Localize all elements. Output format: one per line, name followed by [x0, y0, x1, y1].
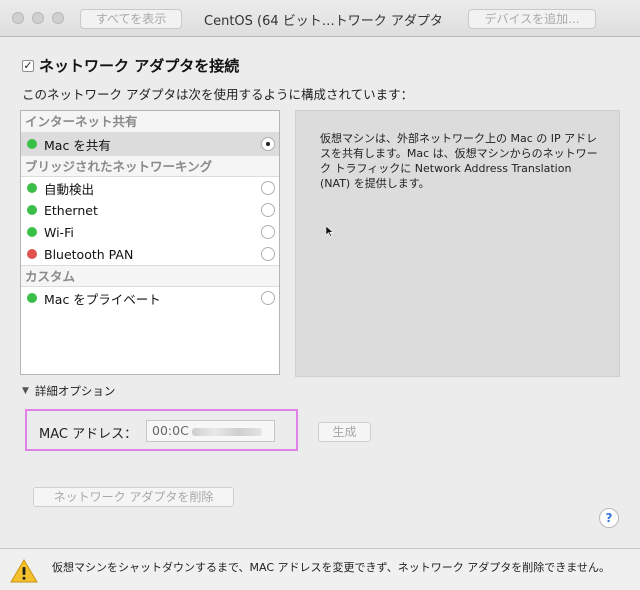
list-group-header: カスタム [21, 265, 279, 287]
generate-button[interactable]: 生成 [318, 422, 371, 442]
list-item[interactable]: Ethernet [21, 199, 279, 221]
list-item[interactable]: Mac をプライベート [21, 287, 279, 309]
list-group-header: ブリッジされたネットワーキング [21, 155, 279, 177]
advanced-options-label: 詳細オプション [34, 384, 116, 398]
status-dot-icon [27, 183, 37, 193]
mac-address-value: 00:0C [152, 423, 189, 438]
connect-adapter-label: ネットワーク アダプタを接続 [39, 57, 240, 75]
radio-button[interactable] [261, 225, 275, 239]
radio-button[interactable] [261, 137, 275, 151]
show-all-button[interactable]: すべてを表示 [80, 9, 182, 29]
footer-warning-text: 仮想マシンをシャットダウンするまで、MAC アドレスを変更できず、ネットワーク … [52, 561, 610, 574]
list-item-label: Wi-Fi [44, 224, 74, 240]
list-item-label: Ethernet [44, 202, 98, 218]
radio-button[interactable] [261, 247, 275, 261]
info-panel: 仮想マシンは、外部ネットワーク上の Mac の IP アドレスを共有します。Ma… [295, 110, 620, 377]
list-item-label: Bluetooth PAN [44, 246, 134, 262]
list-item[interactable]: Wi-Fi [21, 221, 279, 243]
window-title: CentOS (64 ビット…トワーク アダプタ [204, 14, 443, 29]
connect-adapter-checkbox[interactable]: ✓ [22, 59, 34, 72]
disclosure-triangle-icon: ▼ [22, 386, 29, 396]
advanced-options-disclosure[interactable]: ▼ 詳細オプション [22, 383, 115, 399]
status-dot-icon [27, 205, 37, 215]
status-dot-icon [27, 249, 37, 259]
radio-button[interactable] [261, 181, 275, 195]
delete-adapter-button[interactable]: ネットワーク アダプタを削除 [33, 487, 234, 507]
adapter-description: このネットワーク アダプタは次を使用するように構成されています： [22, 87, 414, 102]
info-text: 仮想マシンは、外部ネットワーク上の Mac の IP アドレスを共有します。Ma… [320, 132, 598, 190]
network-source-list: インターネット共有 Mac を共有ブリッジされたネットワーキング自動検出 Ether… [20, 110, 280, 375]
mac-address-group: MAC アドレス： 00:0C [25, 409, 298, 451]
list-item[interactable]: Mac を共有 [21, 133, 279, 155]
radio-button[interactable] [261, 203, 275, 217]
mac-address-redacted [191, 427, 262, 436]
list-item-label: Mac をプライベート [44, 291, 161, 307]
status-dot-icon [27, 139, 37, 149]
add-device-button[interactable]: デバイスを追加... [468, 9, 596, 29]
mouse-cursor-icon [325, 225, 334, 240]
zoom-window-button[interactable] [52, 12, 64, 24]
list-item-label: 自動検出 [44, 181, 95, 197]
footer-warning-bar: 仮想マシンをシャットダウンするまで、MAC アドレスを変更できず、ネットワーク … [0, 548, 640, 590]
radio-button[interactable] [261, 291, 275, 305]
list-item-label: Mac を共有 [44, 137, 111, 153]
list-item[interactable]: Bluetooth PAN [21, 243, 279, 265]
warning-icon [10, 559, 38, 587]
minimize-window-button[interactable] [32, 12, 44, 24]
mac-address-field[interactable]: 00:0C [146, 420, 275, 442]
title-bar: すべてを表示 CentOS (64 ビット…トワーク アダプタ デバイスを追加.… [0, 0, 640, 37]
status-dot-icon [27, 293, 37, 303]
mac-address-label: MAC アドレス： [39, 427, 138, 442]
list-group-header: インターネット共有 [21, 111, 279, 133]
list-item[interactable]: 自動検出 [21, 177, 279, 199]
connect-adapter-toggle[interactable]: ✓ ネットワーク アダプタを接続 [22, 55, 239, 76]
status-dot-icon [27, 227, 37, 237]
help-button[interactable]: ? [599, 508, 619, 528]
close-window-button[interactable] [12, 12, 24, 24]
